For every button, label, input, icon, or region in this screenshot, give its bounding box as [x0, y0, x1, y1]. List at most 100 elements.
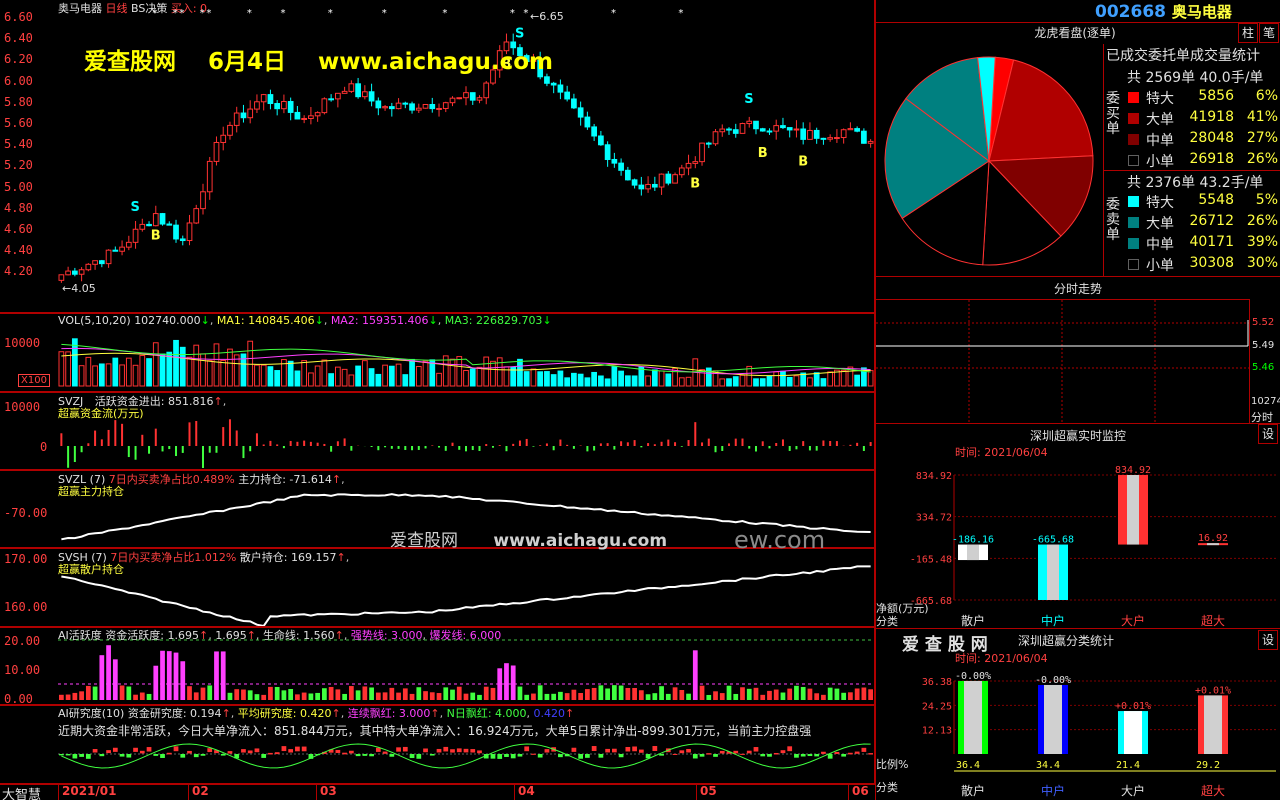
candle-body	[294, 111, 301, 120]
class-bar-group	[1198, 695, 1228, 754]
activity-bar	[126, 686, 132, 700]
activity-bar	[106, 645, 111, 700]
buy-side-label: 委买单	[1106, 91, 1120, 137]
candle-body	[456, 97, 463, 100]
activity-bar	[652, 693, 658, 700]
activity-bar	[227, 692, 233, 700]
flow-bar	[424, 446, 427, 449]
research-bar	[99, 754, 105, 757]
flow-bar	[201, 446, 204, 468]
research-bar	[841, 754, 847, 757]
stat-value: 26712	[1189, 213, 1234, 229]
flow-bar	[134, 446, 137, 460]
candle-body	[247, 108, 254, 119]
candle-body	[308, 115, 314, 119]
activity-bar	[679, 690, 685, 700]
activity-bar	[308, 693, 314, 700]
candle-body	[152, 213, 159, 227]
flow-bar	[242, 446, 245, 459]
research-bar	[692, 754, 698, 759]
stock-code: 002668	[1095, 2, 1166, 22]
date-tick: 06	[852, 784, 869, 798]
candle-body	[591, 126, 597, 137]
price-tick: 5.60	[4, 116, 33, 130]
flow-bar	[802, 441, 805, 446]
intraday-chart[interactable]	[876, 300, 1250, 422]
candle-body	[867, 140, 874, 144]
volume-bar	[746, 365, 753, 387]
date-tick: 02	[192, 784, 209, 798]
star-marker: *	[206, 8, 211, 19]
activity-bar	[348, 686, 354, 700]
activity-bar	[733, 693, 739, 700]
candle-body	[71, 270, 78, 275]
candle-body	[220, 134, 227, 143]
column-button[interactable]: 柱	[1238, 23, 1258, 43]
flow-bar	[309, 441, 312, 446]
class-settings-button[interactable]: 设	[1258, 630, 1278, 650]
activity-bar	[416, 687, 422, 700]
research-bar	[740, 753, 745, 755]
star-marker: *	[510, 8, 515, 19]
candle-body	[65, 270, 71, 276]
activity-bar	[214, 651, 219, 700]
dragon-divider	[1103, 44, 1104, 276]
watermark-tail: ew.com	[734, 526, 826, 554]
candle-body	[119, 246, 125, 252]
research-bar	[827, 754, 833, 759]
activity-bar	[207, 685, 213, 700]
monitor-category: 大户	[1121, 613, 1145, 628]
research-bar	[79, 754, 84, 757]
activity-bar	[497, 668, 503, 700]
note-button[interactable]: 笔	[1259, 23, 1279, 43]
flow-bar	[815, 446, 818, 451]
price-tick: 6.20	[4, 52, 33, 67]
price-tick: 5.00	[4, 179, 33, 194]
volume-bar	[773, 371, 780, 387]
class-bar-group	[1118, 711, 1148, 754]
candle-body	[786, 127, 793, 131]
activity-bar	[672, 687, 678, 700]
flow-bar	[849, 444, 852, 446]
dragon-subtitle: 已成交委托单成交量统计	[1106, 48, 1260, 64]
activity-bar	[719, 693, 725, 700]
volume-chart[interactable]	[58, 326, 874, 388]
activity-bar	[665, 693, 671, 700]
candle-body	[382, 106, 388, 109]
class-change: -0.00%	[1035, 675, 1071, 686]
candle-body	[638, 184, 645, 190]
research-bar	[868, 753, 873, 755]
svsh-line-chart[interactable]	[58, 556, 874, 626]
activity-bar	[281, 690, 287, 700]
activity-bar	[234, 689, 240, 700]
activity-bar	[402, 688, 408, 700]
candle-body	[780, 125, 786, 129]
stat-row: 小单 30308 30%	[1126, 254, 1280, 275]
candle-body	[112, 249, 119, 252]
class-bar-group	[958, 680, 988, 754]
monitor-bar-chart[interactable]: 834.92 334.72 -165.48 -665.68 -186.16 散户 -665.…	[876, 455, 1280, 630]
activity-bar	[598, 685, 604, 700]
monitor-settings-button[interactable]: 设	[1258, 424, 1278, 444]
activity-bar	[166, 651, 172, 700]
candle-body	[557, 84, 564, 93]
price-tick: 6.60	[4, 10, 33, 24]
research-bar	[160, 754, 165, 758]
flow-bar	[721, 446, 724, 451]
candle-body	[193, 208, 200, 224]
ai-res-nred: N日飘红: 4.000	[446, 707, 527, 720]
ai-research-chart[interactable]	[58, 734, 874, 782]
candle-body	[361, 91, 368, 98]
candle-body	[125, 241, 132, 248]
class-category: 大户	[1121, 783, 1145, 798]
candle-body	[321, 98, 328, 114]
ai-activity-chart[interactable]	[58, 638, 874, 702]
research-bar	[85, 754, 91, 759]
class-bar-chart[interactable]: 36.38 24.25 12.13 -0.00% 36.4 散户 -0.00% 34.4 中户 +…	[876, 660, 1280, 800]
svzj-chart[interactable]	[58, 408, 874, 468]
vol-axis-label: 10000	[4, 336, 41, 350]
ai-activity-tick: 10.00	[4, 663, 41, 677]
volume-bar	[166, 351, 173, 387]
dragon-pie-chart[interactable]	[880, 50, 1098, 272]
intraday-vol: 10274	[1251, 396, 1280, 407]
